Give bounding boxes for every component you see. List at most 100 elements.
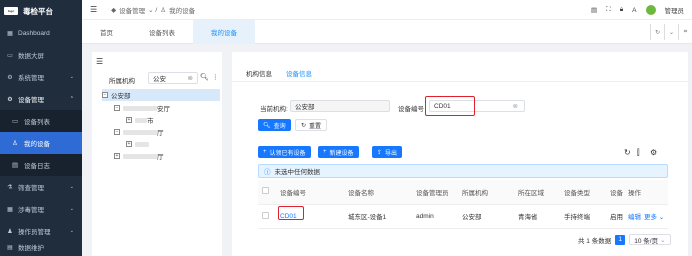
top-bar: ☰ ◆ 设备管理 ⌄ / ♙ 我的设备 ▤ ⛶ 🔒︎ A 管理员 (82, 0, 692, 20)
page-size-select[interactable]: 10 条/页 ⌄ (629, 234, 672, 245)
table-cell: 手持终端 (560, 204, 606, 229)
sidebar-item-device-log[interactable]: ▤ 设备日志 (0, 154, 82, 176)
page-button[interactable]: 1 (615, 234, 626, 245)
document-icon[interactable]: ▤ (591, 6, 597, 14)
app-logo: logo (4, 7, 18, 15)
new-device-button[interactable]: + 新建设备 (318, 146, 359, 158)
breadcrumb-item[interactable]: 设备管理 (119, 5, 145, 15)
search-icon[interactable]: 🔍︎ (200, 73, 209, 81)
sidebar-item-data[interactable]: ▤ 数据维护 (0, 242, 82, 253)
export-button[interactable]: ⇪ 导出 (372, 146, 403, 158)
sidebar-item-my-device[interactable]: ♙ 我的设备 (0, 132, 82, 154)
collapse-icon[interactable]: − (114, 129, 120, 135)
expand-icon[interactable]: + (126, 141, 132, 147)
top-right-tools: ▤ ⛶ 🔒︎ A 管理员 (591, 0, 684, 20)
info-icon: ⓘ (264, 169, 271, 176)
table-cell: admin (412, 204, 458, 229)
col-header: 所属机构 (458, 180, 514, 205)
sidebar-item-data-screen[interactable]: ▭ 数据大屏 (0, 44, 82, 66)
menu-icon[interactable]: ☰ (96, 57, 103, 66)
tree-label: 所属机构 (109, 78, 135, 85)
subtab-org-info[interactable]: 机构信息 (246, 68, 272, 78)
select-all-checkbox[interactable] (262, 187, 269, 195)
column-height-icon[interactable]: ⫿ (637, 148, 640, 158)
refresh-icon[interactable]: ↻ (624, 148, 631, 157)
device-id-label: 设备编号 (398, 106, 424, 113)
row-actions: 编辑 更多 ⌄ (624, 204, 668, 229)
breadcrumb: ◆ 设备管理 ⌄ / ♙ 我的设备 (111, 5, 195, 15)
tabs-bar: 首页 设备列表 我的设备 ↻ ⌄ ⌗ (82, 19, 692, 44)
more-icon[interactable]: ⋮ (212, 73, 219, 81)
chevron-down-icon: ⌄ (69, 184, 74, 190)
refresh-icon[interactable]: ↻ (650, 24, 664, 40)
search-button[interactable]: 🔍︎ 查询 (258, 119, 291, 131)
export-icon: ⇪ (377, 149, 383, 156)
more-link[interactable]: 更多 (644, 214, 657, 221)
device-panel: 机构信息 设备信息 当前机构: 公安部 设备编号 CD01 ⊗ 🔍︎ 查询 ↻ 重置… (232, 52, 688, 256)
database-icon: ▤ (7, 244, 13, 251)
menu-toggle-icon[interactable]: ☰ (90, 5, 97, 14)
brand: logo 毒检平台 (0, 0, 82, 22)
reset-button[interactable]: ↻ 重置 (295, 119, 328, 131)
app-title: 毒检平台 (23, 6, 53, 16)
avatar[interactable] (645, 5, 656, 15)
gear-icon: ⚙ (7, 74, 13, 81)
table-cell: 青海省 (514, 204, 560, 229)
col-header: 设备类型 (560, 180, 606, 205)
chevron-up-icon: ⌃ (69, 96, 74, 102)
monitor-icon: ▭ (7, 52, 13, 59)
tree-node[interactable]: − 厅 (114, 126, 164, 138)
sidebar-item-screening[interactable]: ⚗ 筛查管理 ⌄ (0, 176, 82, 198)
collapse-icon[interactable]: − (114, 105, 120, 111)
user-name[interactable]: 管理员 (665, 5, 685, 15)
tab-device-list[interactable]: 设备列表 (131, 20, 193, 44)
device-icon: ◆ (111, 6, 117, 14)
fullscreen-icon[interactable]: ⛶ (606, 6, 611, 14)
total-count: 共 1 条数据 (578, 237, 612, 245)
clear-icon[interactable]: ⊗ (188, 74, 193, 82)
gear-icon[interactable]: ⚙ (650, 148, 657, 157)
tree-node[interactable]: + 厅 (114, 150, 164, 162)
claim-device-button[interactable]: + 认领已有设备 (258, 146, 311, 158)
table-cell: 公安部 (458, 204, 514, 229)
expand-icon[interactable]: + (126, 117, 132, 123)
tree-search-input[interactable]: 公安 ⊗ (148, 72, 198, 84)
col-header: 操作 (624, 180, 668, 205)
sidebar-item-dashboard[interactable]: ▦ Dashboard (0, 22, 82, 44)
table-header: 设备编号 设备名称 设备管理员 所属机构 所在区域 设备类型 设备 操作 (258, 180, 668, 205)
grid-icon: ▦ (7, 30, 13, 37)
tab-home[interactable]: 首页 (82, 20, 131, 44)
sidebar-item-system[interactable]: ⚙ 系统管理 ⌄ (0, 66, 82, 88)
tab-my-device[interactable]: 我的设备 (193, 19, 255, 44)
expand-icon[interactable]: + (114, 153, 120, 159)
translate-icon[interactable]: A (632, 7, 636, 14)
my-device-icon: ♙ (160, 6, 167, 14)
tree-node[interactable]: − 安厅 (114, 102, 170, 114)
filter-icon: ⚗ (7, 184, 13, 191)
lock-icon[interactable]: 🔒︎ (620, 6, 623, 14)
edit-link[interactable]: 编辑 (628, 214, 641, 221)
user-icon: ♟ (7, 228, 13, 235)
chevron-down-icon: ⌄ (657, 214, 665, 221)
divider (232, 81, 688, 82)
device-icon: ⚙ (7, 96, 13, 103)
row-checkbox[interactable] (262, 211, 269, 219)
sidebar-item-drug[interactable]: ▦ 涉毒管理 ⌄ (0, 198, 82, 220)
chevron-down-icon: ⌄ / (148, 6, 158, 14)
clear-icon[interactable]: ⊗ (513, 102, 518, 110)
sidebar-item-operator[interactable]: ♟ 操作员管理 ⌄ (0, 220, 82, 242)
collapse-icon[interactable]: − (102, 92, 108, 98)
tree-node[interactable]: + 市 (126, 114, 154, 126)
subtab-device-info[interactable]: 设备信息 (286, 68, 312, 82)
sidebar-item-device-list[interactable]: ▭ 设备列表 (0, 110, 82, 132)
collapse-icon[interactable]: ⌗ (678, 24, 692, 40)
tree-node-root[interactable]: − 公安部 (102, 89, 220, 101)
org-label: 当前机构: (260, 106, 288, 113)
selection-notice: ⓘ 未选中任何数据 (258, 164, 668, 178)
col-header: 设备名称 (344, 180, 412, 205)
redacted-text (123, 129, 157, 135)
sidebar-item-device-mgmt[interactable]: ⚙ 设备管理 ⌃ (0, 88, 82, 110)
chevron-down-icon[interactable]: ⌄ (664, 24, 678, 40)
chevron-down-icon: ⌄ (69, 206, 74, 212)
tree-node[interactable]: + (126, 138, 149, 150)
